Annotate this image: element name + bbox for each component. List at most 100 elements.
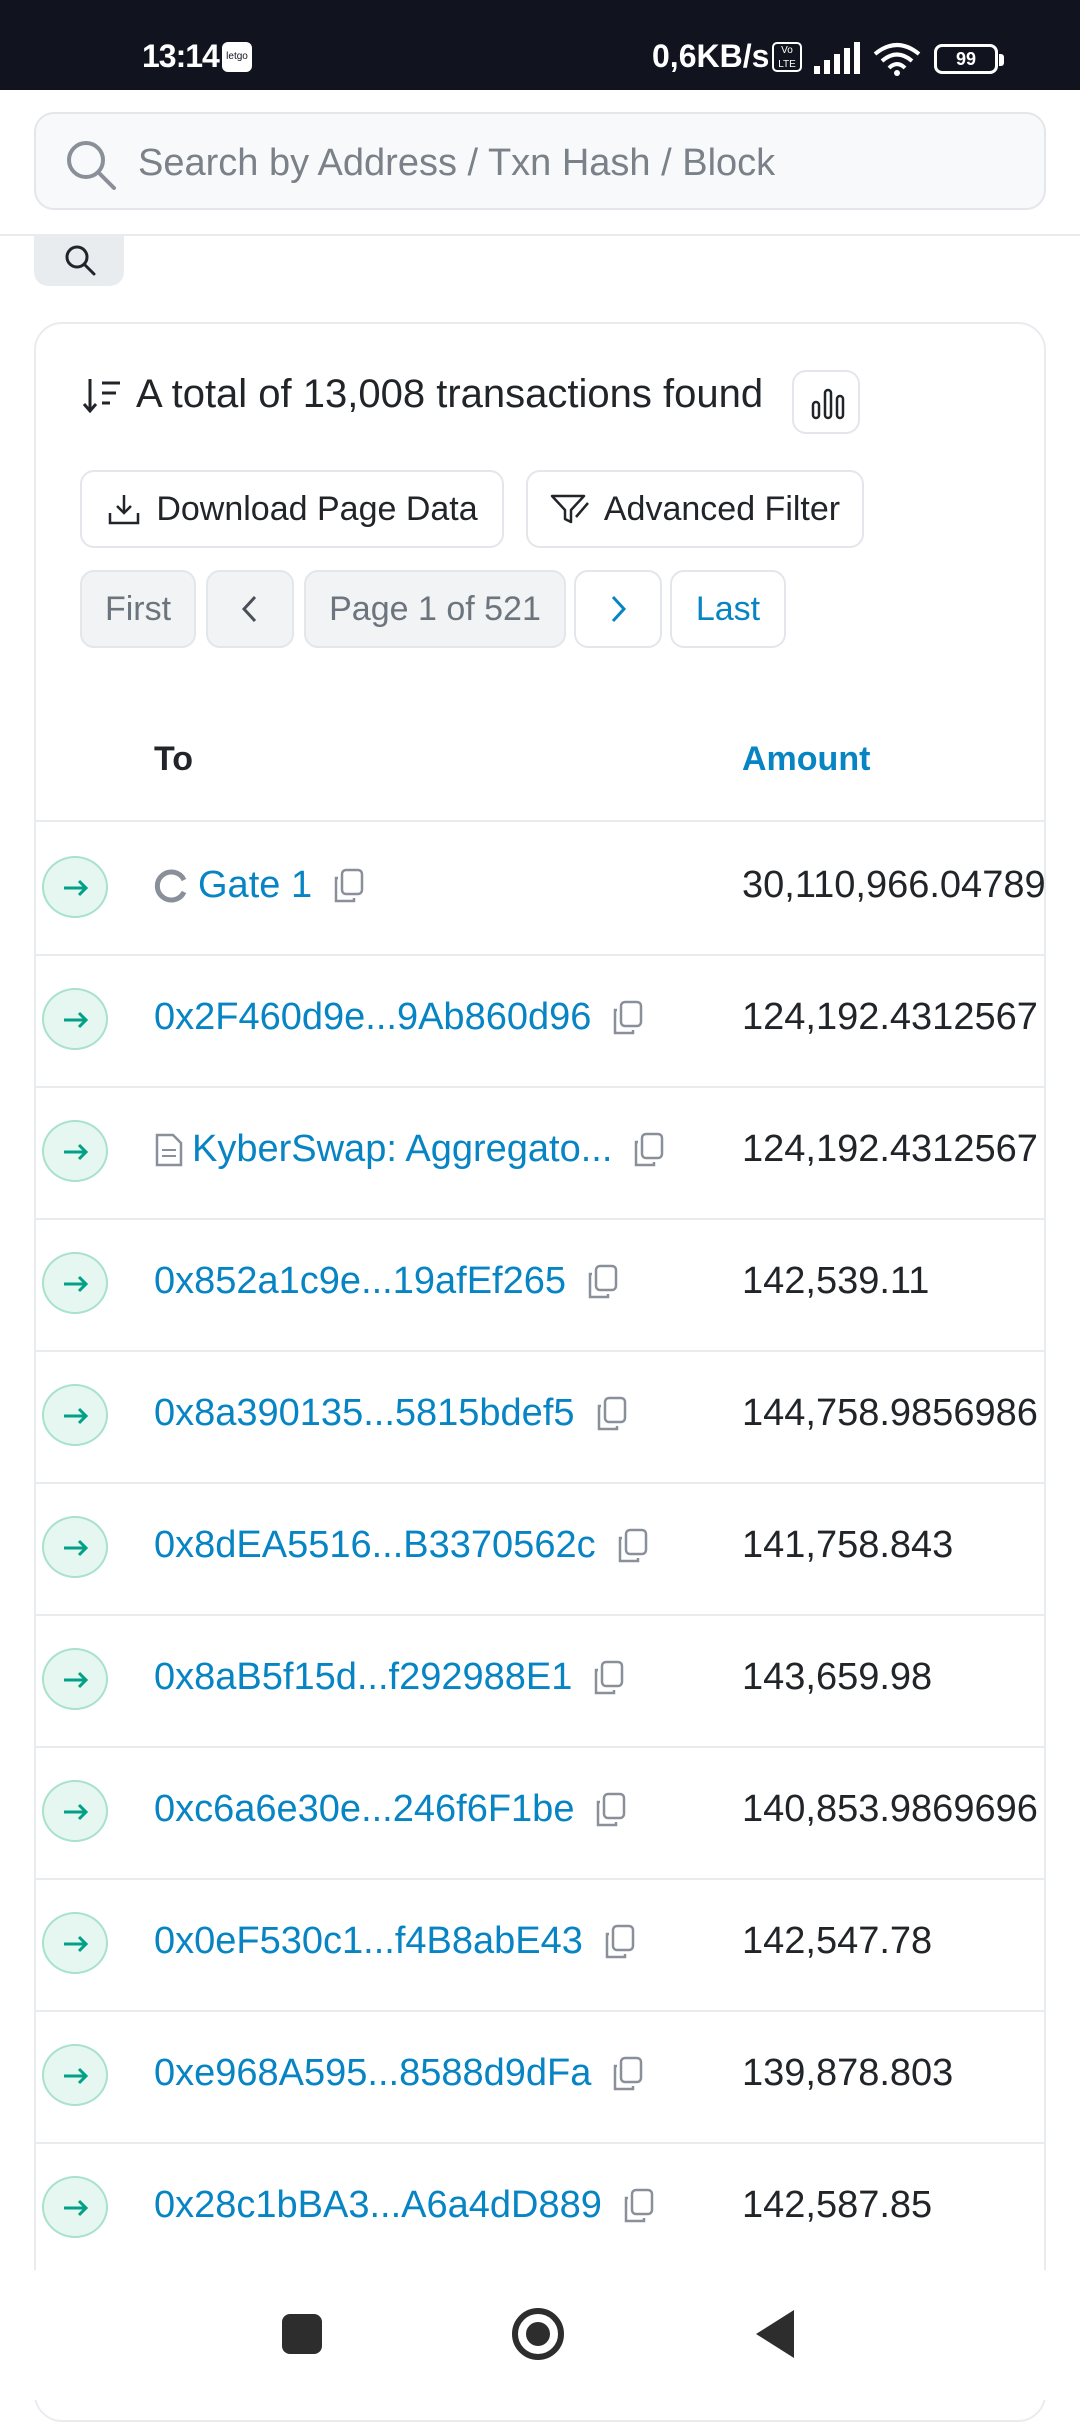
direction-in-icon (42, 1648, 108, 1710)
advanced-filter-button[interactable]: Advanced Filter (526, 470, 864, 548)
copy-icon[interactable] (592, 1659, 626, 1697)
amount-cell: 30,110,966.04789 (742, 864, 1046, 906)
copy-icon[interactable] (594, 1791, 628, 1829)
to-address-link[interactable]: 0xe968A595...8588d9dFa (154, 2052, 591, 2095)
to-address-link[interactable]: 0x8dEA5516...B3370562c (154, 1524, 596, 1567)
copy-icon[interactable] (611, 2055, 645, 2093)
filter-icon (550, 494, 589, 524)
direction-in-icon (42, 1120, 108, 1182)
signal-icon (814, 42, 860, 74)
to-address-link[interactable]: Gate 1 (198, 864, 312, 907)
network-speed: 0,6KB/s (652, 38, 770, 74)
bar-chart-icon (811, 388, 845, 420)
to-address-cell: 0x28c1bBA3...A6a4dD889 (154, 2184, 656, 2227)
copy-icon[interactable] (595, 1395, 629, 1433)
table-row: KyberSwap: Aggregato... 124,192.4312567 (36, 1086, 1044, 1220)
chevron-right-icon (611, 595, 627, 623)
direction-in-icon (42, 1912, 108, 1974)
recent-apps-button[interactable] (282, 2314, 322, 2354)
amount-cell: 142,547.78 (742, 1920, 933, 1962)
to-address-link[interactable]: 0x28c1bBA3...A6a4dD889 (154, 2184, 602, 2227)
table-row: 0x0eF530c1...f4B8abE43 142,547.78 (36, 1878, 1044, 2012)
copy-icon[interactable] (332, 867, 366, 905)
search-bar (34, 112, 1046, 210)
amount-cell: 143,659.98 (742, 1656, 933, 1698)
direction-in-icon (42, 1384, 108, 1446)
table-row: 0x8dEA5516...B3370562c 141,758.843 (36, 1482, 1044, 1616)
to-address-cell: 0xc6a6e30e...246f6F1be (154, 1788, 628, 1831)
table-row: 0x28c1bBA3...A6a4dD889 142,587.85 (36, 2142, 1044, 2276)
copy-icon[interactable] (632, 1131, 666, 1169)
to-address-link[interactable]: 0x2F460d9e...9Ab860d96 (154, 996, 591, 1039)
to-address-link[interactable]: 0x8a390135...5815bdef5 (154, 1392, 575, 1435)
amount-cell: 124,192.4312567 (742, 996, 1038, 1038)
app-notification-icon: letgo (222, 42, 252, 72)
contract-icon (154, 1132, 184, 1168)
amount-cell: 142,539.11 (742, 1260, 930, 1302)
direction-in-icon (42, 2044, 108, 2106)
pagination-last-button[interactable]: Last (670, 570, 786, 648)
to-address-link[interactable]: 0xc6a6e30e...246f6F1be (154, 1788, 574, 1831)
direction-in-icon (42, 1516, 108, 1578)
copy-icon[interactable] (611, 999, 645, 1037)
amount-cell: 140,853.9869696 (742, 1788, 1038, 1830)
search-icon (65, 245, 96, 276)
to-address-cell: 0x0eF530c1...f4B8abE43 (154, 1920, 637, 1963)
system-navigation-bar (0, 2270, 1080, 2400)
battery-icon: 99 (934, 44, 1004, 74)
direction-in-icon (42, 856, 108, 918)
amount-cell: 144,758.9856986 (742, 1392, 1038, 1434)
pagination-first-button[interactable]: First (80, 570, 196, 648)
volte-icon: Vo LTE (772, 42, 802, 72)
gate-logo-icon (154, 868, 190, 904)
pagination-next-button[interactable] (574, 570, 662, 648)
to-address-cell: 0x8dEA5516...B3370562c (154, 1524, 650, 1567)
table-row: 0x8aB5f15d...f292988E1 143,659.98 (36, 1614, 1044, 1748)
download-page-data-button[interactable]: Download Page Data (80, 470, 504, 548)
copy-icon[interactable] (616, 1527, 650, 1565)
to-address-cell: Gate 1 (154, 864, 366, 907)
to-address-cell: KyberSwap: Aggregato... (154, 1128, 666, 1171)
column-header-amount[interactable]: Amount (742, 740, 870, 779)
status-bar: 13:14 letgo 0,6KB/s Vo LTE 99 (0, 0, 1080, 90)
pagination-prev-button[interactable] (206, 570, 294, 648)
amount-cell: 142,587.85 (742, 2184, 933, 2226)
table-row: Gate 1 30,110,966.04789 (36, 822, 1046, 956)
column-header-to: To (154, 740, 194, 778)
to-address-link[interactable]: 0x8aB5f15d...f292988E1 (154, 1656, 572, 1699)
download-icon (109, 495, 140, 525)
filter-label: Advanced Filter (603, 489, 841, 528)
chevron-left-icon (241, 595, 257, 623)
to-address-cell: 0x8a390135...5815bdef5 (154, 1392, 629, 1435)
copy-icon[interactable] (622, 2187, 656, 2225)
to-address-link[interactable]: KyberSwap: Aggregato... (192, 1128, 612, 1171)
table-row: 0xe968A595...8588d9dFa 139,878.803 (36, 2010, 1044, 2144)
transactions-card: A total of 13,008 transactions found Dow… (34, 322, 1046, 2422)
sort-descending-icon (82, 378, 120, 413)
table-row: 0x2F460d9e...9Ab860d96 124,192.4312567 (36, 954, 1044, 1088)
amount-cell: 141,758.843 (742, 1524, 954, 1566)
table-row: 0x8a390135...5815bdef5 144,758.9856986 (36, 1350, 1044, 1484)
search-input[interactable] (136, 132, 1020, 194)
to-address-link[interactable]: 0x852a1c9e...19afEf265 (154, 1260, 566, 1303)
to-address-cell: 0x8aB5f15d...f292988E1 (154, 1656, 626, 1699)
copy-icon[interactable] (603, 1923, 637, 1961)
status-time: 13:14 (142, 38, 220, 74)
transactions-summary: A total of 13,008 transactions found (80, 372, 763, 417)
search-icon (67, 141, 116, 190)
direction-in-icon (42, 1252, 108, 1314)
search-button[interactable] (34, 236, 124, 286)
amount-cell: 124,192.4312567 (742, 1128, 1038, 1170)
to-address-link[interactable]: 0x0eF530c1...f4B8abE43 (154, 1920, 583, 1963)
direction-in-icon (42, 988, 108, 1050)
to-address-cell: 0xe968A595...8588d9dFa (154, 2052, 645, 2095)
pagination-page-info: Page 1 of 521 (304, 570, 566, 648)
home-button[interactable] (512, 2308, 564, 2360)
header-divider (0, 234, 1080, 236)
back-button[interactable] (756, 2310, 794, 2358)
table-row: 0xc6a6e30e...246f6F1be 140,853.9869696 (36, 1746, 1044, 1880)
analytics-button[interactable] (792, 370, 860, 434)
to-address-cell: 0x2F460d9e...9Ab860d96 (154, 996, 645, 1039)
copy-icon[interactable] (586, 1263, 620, 1301)
to-address-cell: 0x852a1c9e...19afEf265 (154, 1260, 620, 1303)
